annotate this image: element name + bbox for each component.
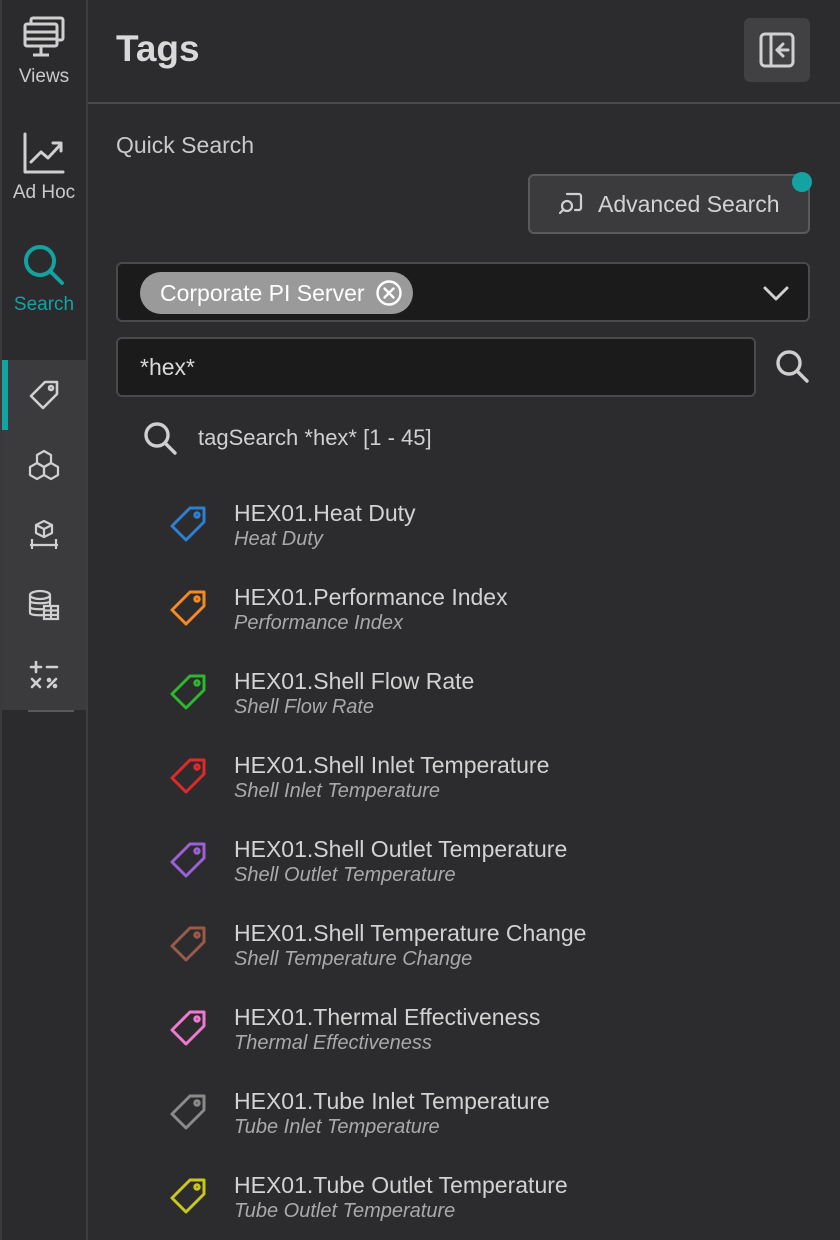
left-rail: Views Ad Hoc Search	[0, 0, 88, 1240]
list-item[interactable]: HEX01.Shell Temperature Change Shell Temp…	[168, 916, 828, 1000]
tags-panel: Tags Quick Search Advanced Search Corpor…	[88, 0, 840, 1240]
notification-dot	[792, 172, 812, 192]
tag-description: Tube Inlet Temperature	[234, 1116, 440, 1138]
tag-icon	[170, 506, 206, 542]
tag-name: HEX01.Shell Temperature Change	[234, 920, 587, 946]
tag-description: Thermal Effectiveness	[234, 1032, 432, 1054]
tag-icon	[170, 758, 206, 794]
calculator-icon	[29, 660, 59, 689]
sub-item-assets[interactable]	[2, 430, 86, 500]
panel-header: Tags	[88, 0, 840, 104]
tag-icon	[170, 1010, 206, 1046]
tag-icon	[170, 1094, 206, 1130]
list-item[interactable]: HEX01.Heat Duty Heat Duty	[168, 496, 828, 580]
rail-divider	[28, 710, 74, 712]
list-item[interactable]: HEX01.Performance Index Performance Index	[168, 580, 828, 664]
close-circle-icon	[375, 280, 402, 306]
search-button[interactable]	[770, 344, 814, 388]
server-select[interactable]: Corporate PI Server	[116, 262, 810, 322]
tag-icon	[170, 590, 206, 626]
tag-description: Shell Inlet Temperature	[234, 780, 441, 802]
search-summary-text: tagSearch *hex* [1 - 45]	[198, 425, 432, 450]
advanced-search-label: Advanced Search	[598, 190, 780, 217]
tag-name: HEX01.Thermal Effectiveness	[234, 1004, 541, 1030]
tag-icon	[170, 842, 206, 878]
search-icon	[24, 245, 64, 285]
tag-name: HEX01.Tube Inlet Temperature	[234, 1088, 550, 1114]
tag-icon	[170, 926, 206, 962]
rail-item-views[interactable]: Views	[0, 0, 88, 104]
tag-icon	[170, 674, 206, 710]
sub-item-data-sources[interactable]	[2, 570, 86, 640]
tag-name: HEX01.Tube Outlet Temperature	[234, 1172, 568, 1198]
tag-name: HEX01.Shell Inlet Temperature	[234, 752, 550, 778]
advanced-search-icon	[558, 192, 583, 215]
list-item[interactable]: HEX01.Shell Inlet Temperature Shell Inlet…	[168, 748, 828, 832]
search-input[interactable]	[116, 337, 756, 397]
search-icon	[144, 422, 177, 455]
remove-server-button[interactable]	[375, 279, 403, 307]
asset-icon	[30, 519, 58, 549]
database-icon	[28, 589, 60, 621]
list-item[interactable]: HEX01.Tube Outlet Temperature Tube Outlet…	[168, 1168, 828, 1240]
tag-description: Shell Temperature Change	[234, 948, 473, 970]
tag-description: Tube Outlet Temperature	[234, 1200, 456, 1222]
tag-name: HEX01.Performance Index	[234, 584, 508, 610]
sub-item-asset-tree[interactable]	[2, 500, 86, 570]
rail-item-search[interactable]: Search	[0, 228, 88, 332]
tag-icon	[170, 1178, 206, 1214]
search-sub-rail	[2, 360, 86, 710]
list-item[interactable]: HEX01.Thermal Effectiveness Thermal Effec…	[168, 1000, 828, 1084]
rail-item-ad-hoc[interactable]: Ad Hoc	[0, 116, 88, 220]
tag-description: Shell Outlet Temperature	[234, 864, 456, 886]
collapse-left-icon	[759, 32, 795, 68]
collapse-panel-button[interactable]	[744, 18, 810, 82]
tag-name: HEX01.Shell Flow Rate	[234, 668, 475, 694]
search-summary: tagSearch *hex* [1 - 45]	[142, 420, 432, 456]
list-item[interactable]: HEX01.Tube Inlet Temperature Tube Inlet T…	[168, 1084, 828, 1168]
tag-name: HEX01.Heat Duty	[234, 500, 416, 526]
tag-icon	[29, 380, 59, 410]
sub-item-tags[interactable]	[2, 360, 86, 430]
rail-item-label: Search	[13, 294, 75, 315]
server-chip: Corporate PI Server	[140, 272, 413, 314]
monitor-icon	[23, 16, 65, 57]
search-icon	[776, 350, 809, 383]
tag-description: Performance Index	[234, 612, 403, 634]
rail-item-label: Views	[18, 66, 70, 87]
quick-search-label: Quick Search	[116, 132, 255, 158]
chart-line-icon	[23, 132, 65, 174]
sub-item-calculations[interactable]	[2, 640, 86, 710]
server-chip-label: Corporate PI Server	[160, 279, 365, 306]
chevron-down-icon	[763, 286, 789, 301]
rail-item-label: Ad Hoc	[12, 182, 76, 203]
list-item[interactable]: HEX01.Shell Flow Rate Shell Flow Rate	[168, 664, 828, 748]
tag-description: Heat Duty	[234, 528, 323, 550]
page-title: Tags	[116, 28, 200, 69]
cubes-icon	[28, 449, 60, 481]
results-list: HEX01.Heat Duty Heat Duty HEX01.Performanc…	[168, 496, 828, 1240]
list-item[interactable]: HEX01.Shell Outlet Temperature Shell Outl…	[168, 832, 828, 916]
advanced-search-button[interactable]: Advanced Search	[528, 174, 810, 234]
tag-description: Shell Flow Rate	[234, 696, 375, 718]
tag-name: HEX01.Shell Outlet Temperature	[234, 836, 568, 862]
